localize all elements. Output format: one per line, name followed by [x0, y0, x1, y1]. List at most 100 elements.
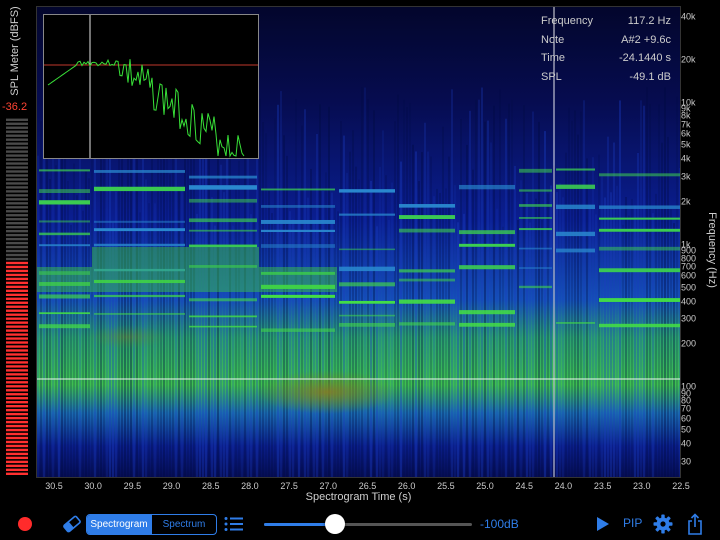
spl-meter-title-text: SPL Meter (dBFS) — [9, 6, 21, 96]
spl-meter-segment — [6, 138, 28, 141]
time-tick-label: 26.0 — [397, 481, 416, 491]
spl-meter-segment — [6, 436, 28, 440]
spl-meter-segment — [6, 464, 28, 468]
spl-meter-segment — [6, 293, 28, 296]
spl-meter-segment — [6, 186, 28, 189]
spl-meter-segment — [6, 190, 28, 193]
spl-meter-segment — [6, 412, 28, 416]
spl-meter-segment — [6, 297, 28, 300]
time-tick-label: 29.0 — [162, 481, 181, 491]
spl-meter-segment — [6, 452, 28, 456]
time-tick-label: 24.5 — [515, 481, 534, 491]
time-tick-label: 23.0 — [633, 481, 651, 491]
frequency-tick-label: 20k — [681, 54, 696, 65]
spl-meter-segment — [6, 269, 28, 273]
spl-meter-segment — [6, 202, 28, 205]
spl-meter-segment — [6, 289, 28, 293]
readout-label: Time — [541, 52, 566, 64]
spl-meter-segment — [6, 257, 28, 261]
time-tick-label: 27.0 — [319, 481, 338, 491]
gear-icon[interactable] — [653, 514, 673, 534]
spl-meter-segment — [6, 333, 28, 336]
spl-meter-segment — [6, 210, 28, 213]
time-tick-label: 27.5 — [280, 481, 298, 491]
spl-meter-segment — [6, 345, 28, 348]
spl-meter-segment — [6, 460, 28, 464]
readout-value: -49.1 dB — [629, 70, 671, 83]
spl-meter-segment — [6, 182, 28, 185]
spl-meter-segment — [6, 150, 28, 153]
time-axis-title: Spectrogram Time (s) — [305, 491, 412, 503]
spl-meter-segment — [6, 226, 28, 229]
spl-meter-segment — [6, 432, 28, 436]
time-tick-label: 25.5 — [437, 481, 455, 491]
play-icon[interactable] — [596, 517, 610, 531]
readout-value: -24.1440 s — [619, 52, 671, 64]
spl-meter-segment — [6, 353, 28, 356]
time-tick-label: 28.5 — [201, 481, 220, 491]
spl-meter-segment — [6, 416, 28, 420]
spl-meter-segment — [6, 206, 28, 209]
pip-button[interactable]: PIP — [623, 516, 642, 530]
spl-meter-segment — [6, 237, 28, 241]
cursor-readout: Frequency 117.2 Hz Note A#2 +9.6c Time -… — [541, 15, 671, 89]
spl-meter-segment — [6, 428, 28, 432]
readout-value: A#2 +9.6c — [621, 33, 671, 46]
frequency-tick-label: 5k — [681, 139, 691, 150]
spl-meter-segment — [6, 337, 28, 340]
spl-meter-segment — [6, 381, 28, 384]
spl-meter-segment — [6, 146, 28, 149]
spl-meter-segment — [6, 118, 28, 121]
spl-meter-segment — [6, 245, 28, 249]
spl-meter-segment — [6, 317, 28, 320]
time-tick-label: 23.5 — [593, 481, 612, 491]
record-icon[interactable] — [18, 517, 32, 531]
time-tick-label: 24.0 — [554, 481, 573, 491]
segment-spectrogram[interactable]: Spectrogram — [87, 515, 151, 534]
frequency-tick-label: 40 — [681, 438, 692, 449]
spl-meter-segment — [6, 142, 28, 145]
frequency-tick-label: 200 — [681, 338, 697, 349]
spl-meter-segment — [6, 229, 28, 233]
spl-meter-segment — [6, 440, 28, 444]
time-tick-label: 26.5 — [358, 481, 377, 491]
spl-meter-segment — [6, 158, 28, 161]
spl-meter-segment — [6, 130, 28, 133]
time-tick-label: 29.5 — [123, 481, 142, 491]
spl-meter-segment — [6, 178, 28, 181]
spl-meter-segment — [6, 122, 28, 125]
spl-meter-segment — [6, 249, 28, 253]
spl-meter-segment — [6, 472, 28, 475]
spl-meter-segment — [6, 393, 28, 396]
spl-meter-segment — [6, 329, 28, 332]
spl-meter-segment — [6, 325, 28, 328]
spl-meter-title: SPL Meter (dBFS) — [0, 6, 30, 96]
spl-meter-segment — [6, 241, 28, 245]
spl-meter-segment — [6, 321, 28, 324]
spl-meter-segment — [6, 134, 28, 137]
frequency-tick-label: 500 — [681, 282, 697, 293]
time-tick-label: 30.5 — [45, 481, 63, 491]
frequency-tick-label: 40k — [681, 11, 696, 22]
eraser-icon[interactable] — [62, 515, 82, 533]
list-icon[interactable] — [224, 516, 244, 532]
readout-label: SPL — [541, 70, 562, 83]
spectrum-inset[interactable] — [43, 14, 259, 159]
spl-meter-segment — [6, 389, 28, 392]
view-mode-segmented-control: Spectrogram Spectrum — [86, 514, 217, 535]
spl-meter-segment — [6, 174, 28, 177]
floor-level-slider[interactable] — [264, 523, 472, 526]
spl-meter-segment — [6, 166, 28, 169]
readout-label: Frequency — [541, 15, 593, 27]
segment-spectrum[interactable]: Spectrum — [151, 515, 216, 534]
spl-meter-segment — [6, 468, 28, 472]
spl-meter-segment — [6, 456, 28, 460]
spl-meter-segment — [6, 377, 28, 380]
readout-row-note: Note A#2 +9.6c — [541, 34, 671, 53]
slider-thumb[interactable] — [324, 514, 345, 534]
frequency-tick-label: 400 — [681, 296, 697, 307]
share-icon[interactable] — [686, 513, 704, 535]
spl-meter-segment — [6, 408, 28, 412]
spl-meter-segment — [6, 361, 28, 364]
spl-meter-segment — [6, 218, 28, 221]
